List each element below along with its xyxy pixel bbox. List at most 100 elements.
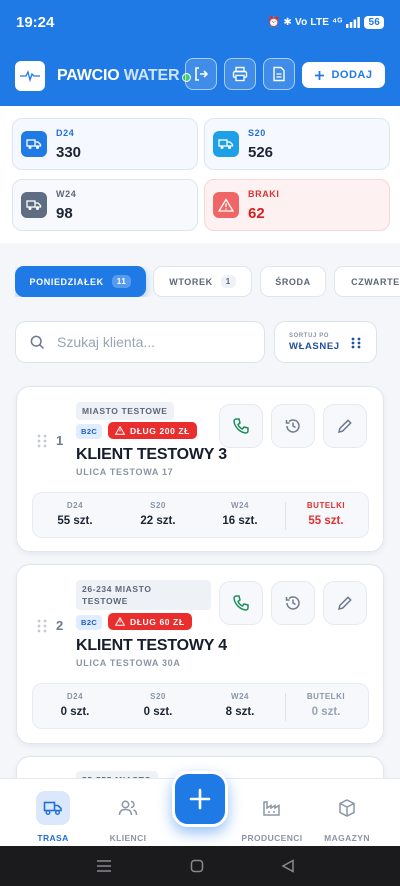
app-logo	[15, 61, 45, 91]
stat-s20: S20 526	[204, 118, 390, 170]
quantity-label: D24	[66, 692, 84, 701]
logout-icon	[195, 67, 209, 81]
client-name: KLIENT TESTOWY 4	[76, 637, 227, 654]
print-button[interactable]	[224, 58, 256, 90]
battery-icon: 56	[364, 15, 384, 29]
signal-icon	[346, 16, 361, 28]
search-box	[15, 321, 265, 363]
edit-button[interactable]	[323, 404, 367, 448]
pencil-icon	[338, 419, 352, 433]
sort-value: WŁASNEJ	[289, 341, 340, 352]
edit-button[interactable]	[323, 581, 367, 625]
nav-klienci[interactable]: KLIENCI	[88, 791, 168, 843]
history-button[interactable]	[271, 404, 315, 448]
client-address: ULICA TESTOWA 30A	[76, 658, 181, 668]
client-card[interactable]: 1 MIASTO TESTOWE B2C DŁUG 200 ZŁ KLIENT …	[16, 386, 384, 552]
plus-icon	[315, 70, 325, 80]
client-quantities: D24 0 szt. S20 0 szt. W24 8 szt. BUTELKI…	[32, 683, 369, 729]
warning-icon	[213, 192, 239, 218]
quantity-label: S20	[150, 692, 166, 701]
quantity-label: W24	[231, 501, 249, 510]
debt-badge: DŁUG 60 ZŁ	[108, 613, 192, 630]
tab-count-badge: 11	[111, 275, 132, 288]
stat-d24: D24 330	[12, 118, 198, 170]
back-icon[interactable]	[281, 859, 295, 873]
status-bar: 19:24 ⏰ ✱ Vo LTE ⁴ᴳ 56	[0, 0, 400, 44]
tab-poniedzialek[interactable]: PONIEDZIAŁEK 11	[15, 266, 146, 297]
debt-amount: DŁUG 200 ZŁ	[130, 425, 190, 436]
tab-label: CZWARTEK	[351, 276, 400, 287]
search-input[interactable]	[57, 334, 247, 350]
add-button[interactable]: DODAJ	[302, 62, 385, 88]
warning-icon	[115, 426, 125, 435]
users-icon	[111, 791, 145, 825]
client-city-tag: MIASTO TESTOWE	[76, 402, 174, 420]
quantity-value: 0 szt.	[143, 706, 173, 718]
stat-label: D24	[56, 128, 75, 138]
warning-icon	[115, 617, 125, 626]
history-button[interactable]	[271, 581, 315, 625]
status-icons: ⏰ ✱ Vo LTE ⁴ᴳ 56	[268, 15, 384, 29]
quantity-d24: D24 55 szt.	[35, 493, 115, 539]
add-fab-button[interactable]	[172, 771, 228, 827]
nav-trasa[interactable]: TRASA	[13, 791, 93, 843]
quantity-butelki: BUTELKI 0 szt.	[286, 684, 366, 730]
quantity-value: 55 szt.	[57, 515, 93, 527]
quantity-value: 8 szt.	[225, 706, 255, 718]
search-icon	[30, 335, 45, 349]
stat-value: 98	[56, 205, 73, 222]
quantity-s20: S20 0 szt.	[118, 684, 198, 730]
drag-handle-icon[interactable]	[37, 619, 47, 633]
printer-icon	[232, 66, 248, 82]
debt-amount: DŁUG 60 ZŁ	[130, 616, 185, 627]
truck-icon	[36, 791, 70, 825]
quantity-label: D24	[66, 501, 84, 510]
tab-sroda[interactable]: ŚRODA	[260, 266, 326, 297]
tab-label: PONIEDZIAŁEK	[29, 276, 104, 287]
quantity-w24: W24 16 szt.	[200, 493, 280, 539]
quantity-value: 55 szt.	[308, 515, 344, 527]
client-name: KLIENT TESTOWY 3	[76, 446, 227, 463]
brand-accent: WATER	[123, 67, 180, 84]
stat-label: S20	[248, 128, 266, 138]
quantity-w24: W24 8 szt.	[200, 684, 280, 730]
tab-label: ŚRODA	[275, 276, 311, 287]
nav-label: MAGAZYN	[324, 833, 370, 843]
quantity-value: 0 szt.	[311, 706, 341, 718]
quantity-value: 22 szt.	[140, 515, 176, 527]
tab-czwartek[interactable]: CZWARTEK	[334, 266, 400, 297]
factory-icon	[255, 791, 289, 825]
status-time: 19:24	[16, 13, 55, 31]
menu-icon[interactable]	[96, 859, 112, 873]
nav-label: PRODUCENCI	[241, 833, 303, 843]
tab-label: WTOREK	[169, 276, 213, 287]
client-quantities: D24 55 szt. S20 22 szt. W24 16 szt. BUTE…	[32, 492, 369, 538]
city-line: TESTOWE	[82, 596, 129, 606]
history-icon	[285, 419, 300, 433]
pencil-icon	[338, 596, 352, 610]
quantity-label: W24	[231, 692, 249, 701]
client-city-tag: 26-234 MIASTO TESTOWE	[76, 580, 211, 610]
logout-button[interactable]	[185, 58, 217, 90]
drag-handle-icon[interactable]	[37, 434, 47, 448]
quantity-label: BUTELKI	[306, 692, 346, 701]
call-button[interactable]	[219, 404, 263, 448]
tab-wtorek[interactable]: WTOREK 1	[153, 266, 252, 297]
nav-magazyn[interactable]: MAGAZYN	[307, 791, 387, 843]
debt-badge: DŁUG 200 ZŁ	[108, 422, 197, 439]
report-button[interactable]	[263, 58, 295, 90]
stat-label: W24	[56, 189, 77, 199]
stat-value: 526	[248, 144, 274, 161]
truck-icon	[21, 192, 47, 218]
quantity-value: 0 szt.	[60, 706, 90, 718]
client-card[interactable]: 2 26-234 MIASTO TESTOWE B2C DŁUG 60 ZŁ K…	[16, 564, 384, 744]
quantity-s20: S20 22 szt.	[118, 493, 198, 539]
app-header: PAWCIO WATER DODAJ	[15, 58, 385, 94]
client-order-number: 1	[56, 433, 64, 448]
app-brand: PAWCIO WATER	[57, 67, 180, 85]
home-icon[interactable]	[190, 859, 204, 873]
sort-button[interactable]: SORTUJ PO WŁASNEJ	[274, 321, 377, 363]
call-button[interactable]	[219, 581, 263, 625]
sort-caption: SORTUJ PO	[289, 333, 330, 339]
nav-producenci[interactable]: PRODUCENCI	[232, 791, 312, 843]
